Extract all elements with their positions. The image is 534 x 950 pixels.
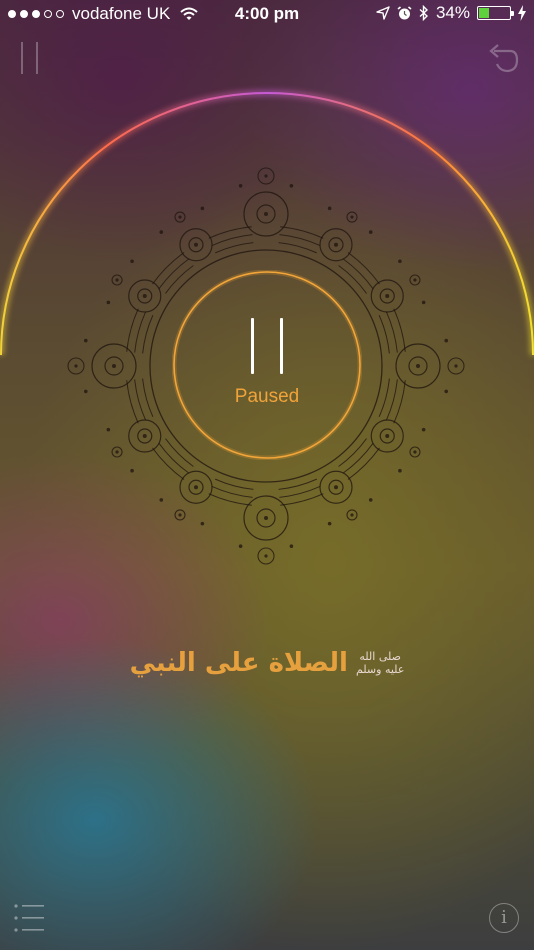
honorific-line-2: عليه وسلم [355,663,405,676]
list-menu-button[interactable] [14,904,44,934]
honorific-text: صلى الله عليه وسلم [356,650,404,676]
honorific-line-1: صلى الله [359,650,401,663]
state-label: Paused [234,386,300,407]
info-button[interactable]: i [489,903,519,933]
dhikr-title-arabic: الصلاة على النبي [129,648,348,678]
pause-icon [248,318,286,374]
dhikr-title: الصلاة على النبي صلى الله عليه وسلم [0,648,534,678]
play-pause-button[interactable]: Paused [172,270,362,460]
